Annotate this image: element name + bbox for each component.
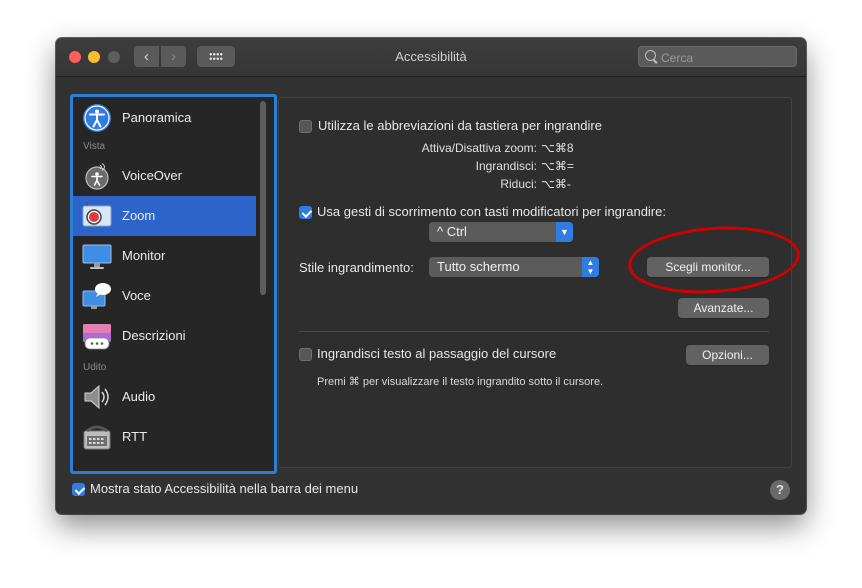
sidebar-item-label: Audio (122, 389, 156, 404)
modifier-key-value: ^ Ctrl (437, 224, 467, 239)
chevron-down-icon: ▼ (556, 222, 573, 242)
sidebar-item-label: VoiceOver (122, 168, 182, 183)
section-label-vista: Vista (83, 141, 106, 152)
tty-icon (83, 425, 111, 450)
help-button[interactable]: ? (770, 480, 790, 500)
sidebar-item-panoramica[interactable]: Panoramica (73, 98, 256, 138)
scroll-gesture-label: Usa gesti di scorrimento con tasti modif… (317, 204, 666, 219)
sidebar-scrollbar[interactable] (260, 101, 266, 295)
zoom-style-select[interactable]: Tutto schermo ▲ ▼ (429, 257, 599, 277)
shortcut-row: Ingrandisci: (279, 159, 537, 173)
sidebar-item-label: Panoramica (122, 110, 192, 125)
title-bar: ‹ › Accessibilità (56, 38, 806, 77)
updown-chevron-icon: ▲ ▼ (582, 257, 599, 277)
shortcut-value: ⌥⌘- (541, 177, 571, 191)
shortcut-row: Riduci: (279, 177, 537, 191)
menu-bar-status-label: Mostra stato Accessibilità nella barra d… (90, 481, 359, 496)
search-input[interactable] (659, 48, 793, 67)
hover-text-hint: Premi ⌘ per visualizzare il testo ingran… (317, 376, 604, 388)
sidebar-item-descrizioni[interactable]: Descrizioni (73, 316, 256, 356)
voiceover-icon (85, 163, 109, 190)
hover-text-label: Ingrandisci testo al passaggio del curso… (317, 346, 557, 361)
sidebar-item-label: Zoom (122, 208, 156, 223)
speaker-icon (84, 384, 109, 410)
sidebar: Panoramica Vista VoiceOver Zoom Monitor … (70, 94, 277, 474)
sidebar-item-label: Descrizioni (122, 328, 186, 343)
speech-icon (82, 283, 111, 309)
search-icon (645, 50, 656, 61)
shortcut-key: Ingrandisci: (475, 159, 537, 173)
sidebar-item-audio[interactable]: Audio (73, 377, 256, 417)
shortcut-key: Attiva/Disattiva zoom: (421, 141, 537, 155)
modifier-key-select[interactable]: ^ Ctrl ▼ (429, 222, 573, 242)
menu-bar-status-checkbox[interactable] (72, 483, 85, 496)
shortcut-value: ⌥⌘= (541, 159, 574, 173)
section-divider (299, 331, 769, 332)
sidebar-item-monitor[interactable]: Monitor (73, 236, 256, 276)
sidebar-item-zoom[interactable]: Zoom (73, 196, 256, 236)
scroll-gesture-checkbox[interactable] (299, 206, 312, 219)
sidebar-item-label: Monitor (122, 248, 166, 263)
shortcut-value: ⌥⌘8 (541, 141, 574, 155)
sidebar-item-label: Voce (122, 288, 151, 303)
zoom-icon (82, 202, 112, 227)
options-button[interactable]: Opzioni... (686, 345, 769, 365)
zoom-style-value: Tutto schermo (437, 259, 520, 274)
sidebar-item-voiceover[interactable]: VoiceOver (73, 156, 256, 196)
shortcuts-checkbox-label: Utilizza le abbreviazioni da tastiera pe… (318, 118, 602, 133)
sidebar-item-voce[interactable]: Voce (73, 276, 256, 316)
sidebar-item-label: RTT (122, 429, 148, 444)
hover-text-checkbox[interactable] (299, 348, 312, 361)
shortcut-key: Riduci: (500, 177, 537, 191)
shortcuts-checkbox[interactable] (299, 120, 312, 133)
advanced-button[interactable]: Avanzate... (678, 298, 769, 318)
descriptions-icon (83, 324, 111, 350)
sidebar-item-rtt[interactable]: RTT (73, 417, 256, 457)
accessibility-icon (83, 104, 111, 132)
monitor-icon (82, 244, 112, 269)
section-label-udito: Udito (83, 362, 107, 373)
zoom-style-label: Stile ingrandimento: (299, 260, 414, 275)
search-field[interactable] (638, 46, 797, 67)
shortcut-row: Attiva/Disattiva zoom: (279, 141, 537, 155)
